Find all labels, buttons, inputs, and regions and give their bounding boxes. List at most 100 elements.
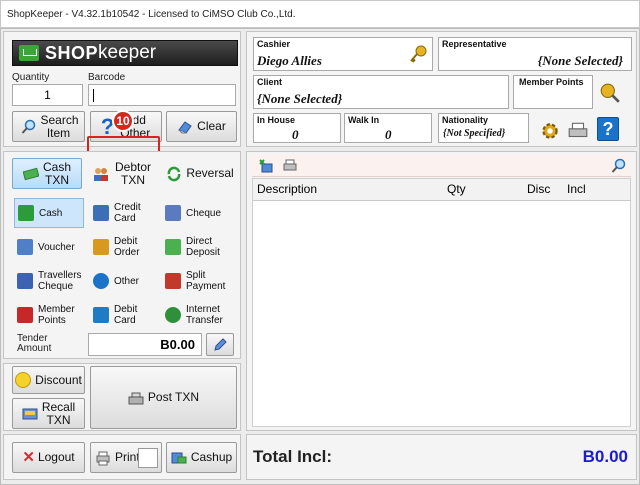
reversal-button[interactable]: Reversal <box>164 158 236 189</box>
print-label: Print <box>115 450 140 464</box>
tender-option-label: Cash <box>39 207 63 219</box>
key-icon[interactable] <box>408 44 428 64</box>
total-value: B0.00 <box>582 447 628 466</box>
nationality-label: Nationality <box>442 115 489 125</box>
info-panel: Cashier Diego Allies Representative {Non… <box>246 31 637 147</box>
in-house-value: 0 <box>292 127 299 142</box>
settings-icon[interactable] <box>539 120 561 142</box>
direct-deposit-icon <box>165 239 181 255</box>
cash-icon <box>23 167 39 180</box>
nationality-value: {Not Specified} <box>443 128 506 139</box>
debtor-txn-label: Debtor TXN <box>114 159 152 187</box>
app-window: SHOP keeper Quantity Barcode 1 Search It… <box>0 28 640 485</box>
tender-amount-input[interactable]: B0.00 <box>88 333 202 356</box>
tender-option-voucher[interactable]: Voucher <box>14 232 84 262</box>
clear-label: Clear <box>197 119 226 133</box>
barcode-label: Barcode <box>88 72 126 83</box>
tender-panel: Cash TXN Debtor TXN Reversal Cash Credit … <box>3 151 241 359</box>
tender-amount-label: Tender Amount <box>17 333 52 354</box>
tender-option-credit-card[interactable]: Credit Card <box>90 198 160 228</box>
representative-value: {None Selected} <box>537 53 623 68</box>
representative-label: Representative <box>442 39 507 49</box>
transaction-panel: Description Qty Disc Incl <box>246 151 637 431</box>
cashier-label: Cashier <box>257 39 291 49</box>
tender-option-label: Credit Card <box>114 202 141 224</box>
tender-option-direct-deposit[interactable]: Direct Deposit <box>162 232 236 262</box>
printer-icon[interactable] <box>282 158 298 174</box>
member-points-icon <box>17 307 33 323</box>
discount-label: Discount <box>35 372 82 387</box>
column-header-qty[interactable]: Qty <box>447 179 466 200</box>
column-header-disc[interactable]: Disc <box>527 179 550 200</box>
search-icon <box>21 119 35 134</box>
debit-card-icon <box>93 307 109 323</box>
search-item-button[interactable]: Search Item <box>12 111 85 142</box>
quantity-input[interactable]: 1 <box>12 84 83 106</box>
tender-option-internet-transfer[interactable]: Internet Transfer <box>162 300 236 330</box>
discount-button[interactable]: Discount <box>12 366 85 394</box>
total-label: Total Incl: <box>253 447 333 466</box>
print-button[interactable]: Print <box>90 442 162 473</box>
cashier-value: Diego Allies <box>257 53 322 68</box>
table-toolbar <box>252 155 631 177</box>
tender-option-split-payment[interactable]: Split Payment <box>162 266 236 296</box>
logo-text-light: keeper <box>98 42 157 63</box>
member-points-box: Member Points <box>513 75 593 109</box>
cart-icon <box>19 45 39 61</box>
window-title: ShopKeeper - V4.32.1b10542 - Licensed to… <box>0 0 640 28</box>
logout-button[interactable]: ✕ Logout <box>12 442 85 473</box>
tender-option-other[interactable]: Other <box>90 266 160 296</box>
cash-register-icon <box>128 392 144 404</box>
tender-option-cash[interactable]: Cash <box>14 198 84 228</box>
cash-txn-label: Cash TXN <box>43 159 72 187</box>
logo-text-bold: SHOP <box>45 42 99 63</box>
tender-option-label: Direct Deposit <box>186 236 220 258</box>
quantity-label: Quantity <box>12 72 50 83</box>
client-box[interactable]: Client {None Selected} <box>253 75 509 109</box>
recall-txn-button[interactable]: Recall TXN <box>12 398 85 429</box>
printer-icon[interactable] <box>567 120 589 142</box>
people-icon <box>94 167 108 181</box>
reversal-label: Reversal <box>186 166 234 180</box>
eraser-icon <box>178 120 192 134</box>
help-icon[interactable]: ? <box>597 117 619 141</box>
cashup-button[interactable]: Cashup <box>166 442 237 473</box>
column-header-incl[interactable]: Incl <box>567 179 586 200</box>
tender-option-label: Voucher <box>38 241 75 253</box>
tender-option-label: Debit Order <box>114 236 140 258</box>
representative-box[interactable]: Representative {None Selected} <box>438 37 632 71</box>
member-points-label: Member Points <box>519 77 584 87</box>
debtor-txn-button[interactable]: Debtor TXN <box>88 158 158 189</box>
nationality-box[interactable]: Nationality {Not Specified} <box>438 113 529 143</box>
tender-option-travellers-cheque[interactable]: Travellers Cheque <box>14 266 84 296</box>
post-txn-button[interactable]: Post TXN <box>90 366 237 429</box>
tender-option-label: Internet Transfer <box>186 304 223 326</box>
barcode-input[interactable] <box>88 84 236 106</box>
client-label: Client <box>257 77 283 87</box>
txn-actions-panel: Discount Recall TXN Post TXN <box>3 363 241 431</box>
search-icon[interactable] <box>611 158 627 174</box>
walk-in-box: Walk In 0 <box>344 113 432 143</box>
edit-amount-button[interactable] <box>206 333 234 356</box>
print-checkbox[interactable] <box>138 448 158 468</box>
column-header-description[interactable]: Description <box>257 179 317 200</box>
clear-button[interactable]: Clear <box>166 111 237 142</box>
split-payment-icon <box>165 273 181 289</box>
tender-option-debit-card[interactable]: Debit Card <box>90 300 160 330</box>
add-item-icon[interactable] <box>258 158 274 174</box>
tender-option-member-points[interactable]: Member Points <box>14 300 84 330</box>
voucher-icon <box>17 239 33 255</box>
cashup-label: Cashup <box>190 450 233 464</box>
text-cursor <box>93 89 94 102</box>
tender-option-cheque[interactable]: Cheque <box>162 198 236 228</box>
printer-icon <box>96 451 110 465</box>
pencil-icon <box>214 337 227 351</box>
cash-txn-button[interactable]: Cash TXN <box>12 158 82 189</box>
tender-option-label: Other <box>114 275 140 287</box>
reversal-icon <box>168 166 181 181</box>
logout-label: Logout <box>37 450 75 464</box>
table-grid[interactable]: Description Qty Disc Incl <box>252 178 631 427</box>
client-search-icon[interactable] <box>599 82 621 104</box>
tender-option-label: Member Points <box>38 304 75 326</box>
tender-option-debit-order[interactable]: Debit Order <box>90 232 160 262</box>
